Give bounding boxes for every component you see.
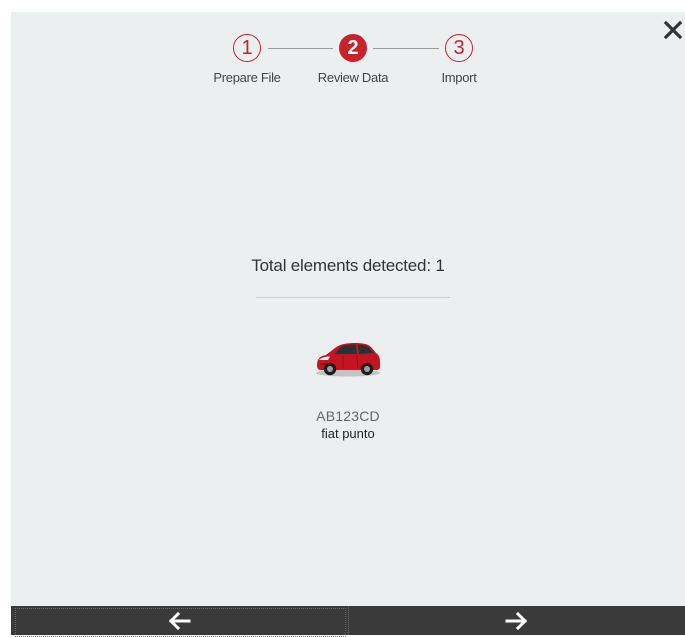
car-icon bbox=[313, 338, 383, 378]
step-number: 1 bbox=[233, 34, 261, 62]
import-wizard-dialog: 1 Prepare File 2 Review Data 3 Import To… bbox=[11, 12, 685, 635]
arrow-left-icon bbox=[167, 611, 191, 631]
step-number: 3 bbox=[445, 34, 473, 62]
divider bbox=[256, 297, 450, 298]
vehicle-plate: AB123CD bbox=[11, 408, 685, 424]
step-import: 3 Import bbox=[409, 34, 509, 85]
step-number: 2 bbox=[339, 34, 367, 62]
step-label: Review Data bbox=[303, 70, 403, 85]
step-label: Import bbox=[409, 70, 509, 85]
vehicle-item: AB123CD fiat punto bbox=[11, 338, 685, 441]
vehicle-model: fiat punto bbox=[11, 426, 685, 441]
next-button[interactable] bbox=[349, 606, 685, 635]
wizard-footer bbox=[11, 606, 685, 635]
total-elements-text: Total elements detected: 1 bbox=[11, 256, 685, 276]
step-prepare-file: 1 Prepare File bbox=[197, 34, 297, 85]
back-button[interactable] bbox=[11, 606, 349, 635]
arrow-right-icon bbox=[505, 611, 529, 631]
wizard-stepper: 1 Prepare File 2 Review Data 3 Import bbox=[11, 34, 685, 94]
step-label: Prepare File bbox=[197, 70, 297, 85]
step-review-data: 2 Review Data bbox=[303, 34, 403, 85]
